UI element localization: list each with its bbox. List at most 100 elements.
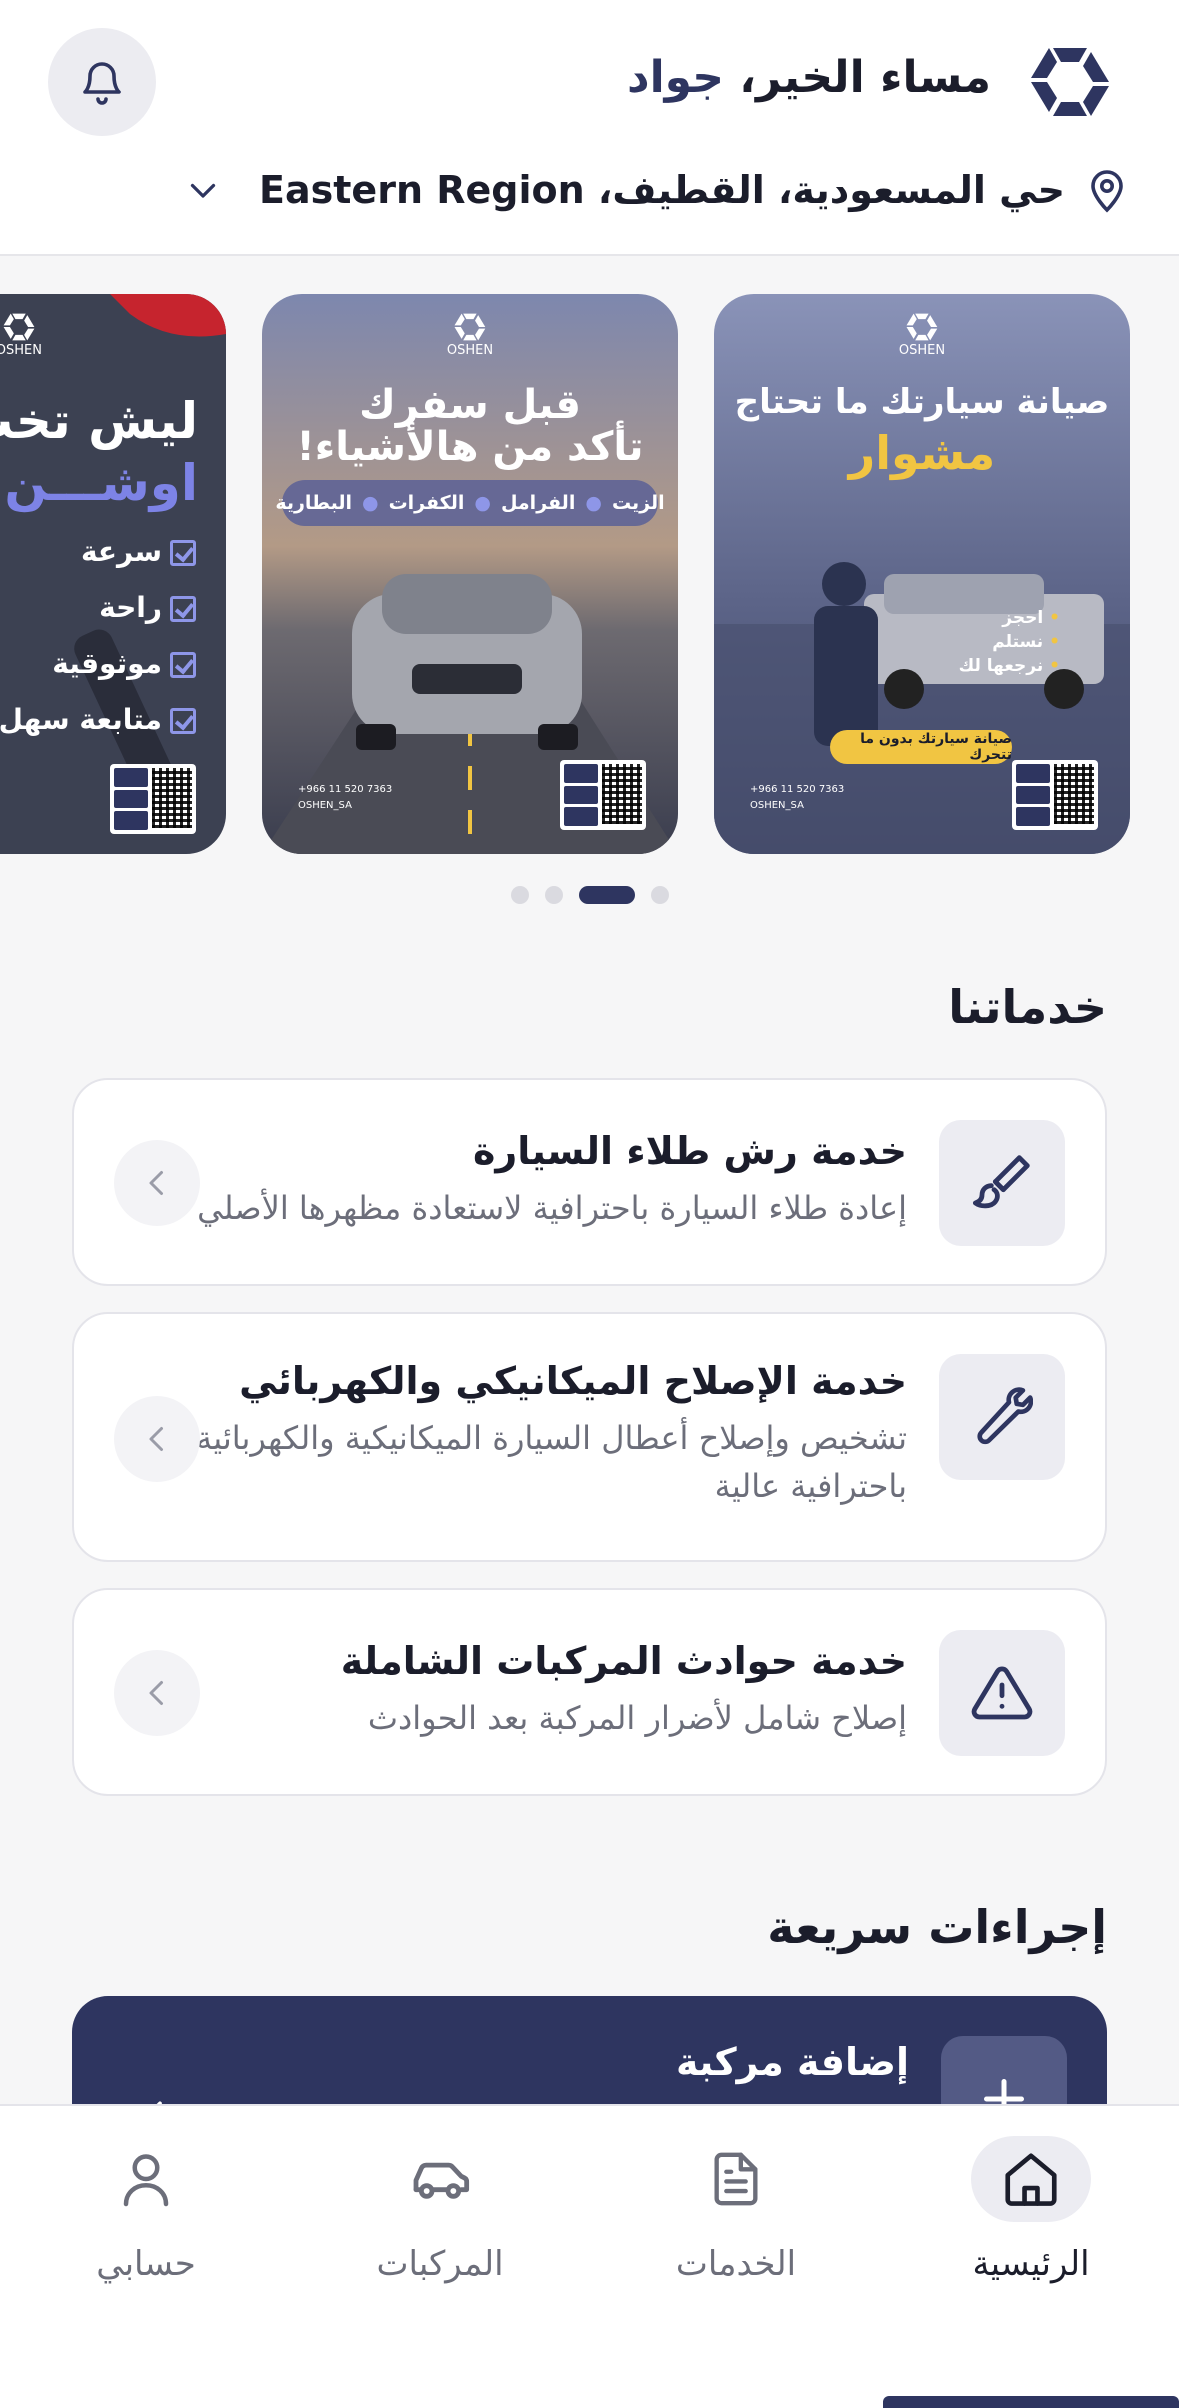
nav-icon-wrapper	[971, 2136, 1091, 2222]
service-title: خدمة الإصلاح الميكانيكي والكهربائي	[239, 1359, 907, 1403]
home-indicator	[883, 2396, 1179, 2408]
banner-title: قبل سفرك	[359, 382, 581, 428]
banner-brand: OSHEN	[446, 343, 494, 358]
banner-cta: صيانة سيارتك بدون ما تتحرك	[830, 730, 1012, 764]
banner-highlight: اوشـــن	[4, 454, 198, 512]
carousel-dot[interactable]	[650, 886, 669, 904]
promo-banner-3[interactable]: OSHEN ليش تخت اوشـــن سرعة راحة موثوقية …	[0, 294, 226, 854]
banner-brand-logo: OSHEN	[899, 312, 945, 358]
oshen-logo	[1031, 48, 1109, 116]
nav-label: المركبات	[376, 2244, 504, 2284]
banner-highlight: مشوار	[848, 426, 996, 480]
banner-brand: OSHEN	[0, 343, 42, 358]
banner-brand-logo: OSHEN	[0, 312, 42, 358]
services-section-title: خدماتنا	[948, 980, 1107, 1034]
chevron-left-icon	[149, 1427, 163, 1451]
banner-step: نستلم	[992, 632, 1060, 652]
promo-banner-2[interactable]: OSHEN قبل سفرك تأكد من هالأشياء! الزيت ● …	[262, 294, 678, 854]
warning-triangle-icon	[971, 1666, 1033, 1720]
user-icon	[123, 2154, 169, 2207]
bottom-navigation: الرئيسية الخدمات المركبات حسابي	[0, 2104, 1179, 2408]
nav-icon-wrapper	[86, 2136, 206, 2222]
service-icon-box	[939, 1630, 1065, 1756]
pill-item: الكفرات	[388, 492, 465, 514]
nav-label: حسابي	[96, 2244, 196, 2284]
banner-checks: سرعة راحة موثوقية متابعة سهل	[0, 524, 196, 748]
wrench-icon	[977, 1387, 1033, 1445]
banner-handle: OSHEN_SA	[750, 800, 804, 811]
banner-contact: +966 11 520 7363 OSHEN_SA	[750, 782, 844, 814]
nav-item-home[interactable]: الرئيسية	[931, 2136, 1131, 2336]
service-description: تشخيص وإصلاح أعطال السيارة الميكانيكية و…	[196, 1419, 907, 1505]
service-title: خدمة حوادث المركبات الشاملة	[340, 1639, 907, 1683]
service-description: إعادة طلاء السيارة باحترافية لاستعادة مظ…	[197, 1189, 907, 1227]
chevron-left-icon	[149, 1171, 163, 1195]
banner-brand-logo: OSHEN	[447, 312, 493, 358]
nav-label: الخدمات	[675, 2244, 797, 2284]
app-header: مساء الخير، جواد حي المسعودية، القطيف، E…	[0, 0, 1179, 256]
service-icon-box	[939, 1354, 1065, 1480]
banner-step: احجز	[1002, 608, 1060, 628]
banner-phone: +966 11 520 7363	[298, 784, 393, 795]
service-card-paint[interactable]: خدمة رش طلاء السيارة إعادة طلاء السيارة …	[72, 1078, 1107, 1286]
pill-item: الفرامل	[500, 492, 576, 514]
service-card-mechanical[interactable]: خدمة الإصلاح الميكانيكي والكهربائي تشخيص…	[72, 1312, 1107, 1562]
quick-actions-title: إجراءات سريعة	[767, 1900, 1107, 1954]
carousel-dot[interactable]	[510, 886, 529, 904]
quick-action-title: إضافة مركبة	[676, 2040, 909, 2084]
banner-handle: OSHEN_SA	[298, 800, 352, 811]
document-icon	[714, 2152, 758, 2206]
banner-title: صيانة سيارتك ما تحتاج	[734, 382, 1110, 422]
notifications-button[interactable]	[48, 28, 156, 136]
paint-brush-icon	[972, 1155, 1030, 1209]
nav-item-vehicles[interactable]: المركبات	[340, 2136, 540, 2336]
greeting-title: مساء الخير، جواد	[627, 52, 991, 103]
banner-brand: OSHEN	[898, 343, 946, 358]
service-open-button[interactable]	[114, 1396, 200, 1482]
chevron-down-icon	[190, 183, 216, 198]
car-icon	[413, 2162, 470, 2199]
nav-item-account[interactable]: حسابي	[46, 2136, 246, 2336]
banner-qr-code	[560, 760, 646, 830]
greeting-prefix: مساء الخير،	[723, 52, 991, 103]
service-icon-box	[939, 1120, 1065, 1246]
service-open-button[interactable]	[114, 1650, 200, 1736]
carousel-dot[interactable]	[544, 886, 563, 904]
location-text: حي المسعودية، القطيف، Eastern Region	[259, 168, 1065, 212]
check-item: موثوقية	[52, 647, 162, 680]
chevron-left-icon	[149, 1681, 163, 1705]
service-texts: خدمة رش طلاء السيارة إعادة طلاء السيارة …	[187, 1124, 907, 1232]
promo-carousel[interactable]: OSHEN صيانة سيارتك ما تحتاج مشوار احجز ن…	[0, 294, 1179, 856]
carousel-dot-active[interactable]	[578, 886, 635, 904]
banner-contact: +966 11 520 7363 OSHEN_SA	[298, 782, 392, 814]
service-texts: خدمة الإصلاح الميكانيكي والكهربائي تشخيص…	[187, 1354, 907, 1510]
banner-qr-code	[1012, 760, 1098, 830]
map-pin-icon	[1091, 170, 1123, 213]
banner-steps: احجز نستلم نرجعها لك	[959, 606, 1060, 678]
nav-item-services[interactable]: الخدمات	[636, 2136, 836, 2336]
pill-item: البطارية	[275, 492, 352, 514]
carousel-pagination	[0, 886, 1179, 904]
check-item: راحة	[99, 591, 162, 624]
user-name: جواد	[627, 52, 724, 103]
service-open-button[interactable]	[114, 1140, 200, 1226]
bell-icon	[83, 62, 121, 105]
banner-title: ليش تخت	[0, 392, 198, 450]
service-texts: خدمة حوادث المركبات الشاملة إصلاح شامل ل…	[187, 1634, 907, 1742]
pill-item: الزيت	[611, 492, 665, 514]
nav-icon-wrapper	[380, 2136, 500, 2222]
banner-qr-code	[110, 764, 196, 834]
service-card-accidents[interactable]: خدمة حوادث المركبات الشاملة إصلاح شامل ل…	[72, 1588, 1107, 1796]
banner-checklist: الزيت ● الفرامل ● الكفرات ● البطارية	[275, 480, 665, 526]
nav-label: الرئيسية	[972, 2244, 1090, 2284]
location-selector[interactable]: حي المسعودية، القطيف، Eastern Region	[185, 160, 1127, 220]
promo-banner-1[interactable]: OSHEN صيانة سيارتك ما تحتاج مشوار احجز ن…	[714, 294, 1130, 854]
home-icon	[1005, 2153, 1057, 2206]
home-screen: مساء الخير، جواد حي المسعودية، القطيف، E…	[0, 0, 1179, 2408]
service-description: إصلاح شامل لأضرار المركبة بعد الحوادث	[367, 1699, 907, 1737]
check-item: سرعة	[80, 535, 162, 568]
banner-step: نرجعها لك	[959, 656, 1060, 676]
nav-icon-wrapper	[676, 2136, 796, 2222]
check-item: متابعة سهل	[0, 703, 162, 736]
service-title: خدمة رش طلاء السيارة	[472, 1129, 907, 1173]
